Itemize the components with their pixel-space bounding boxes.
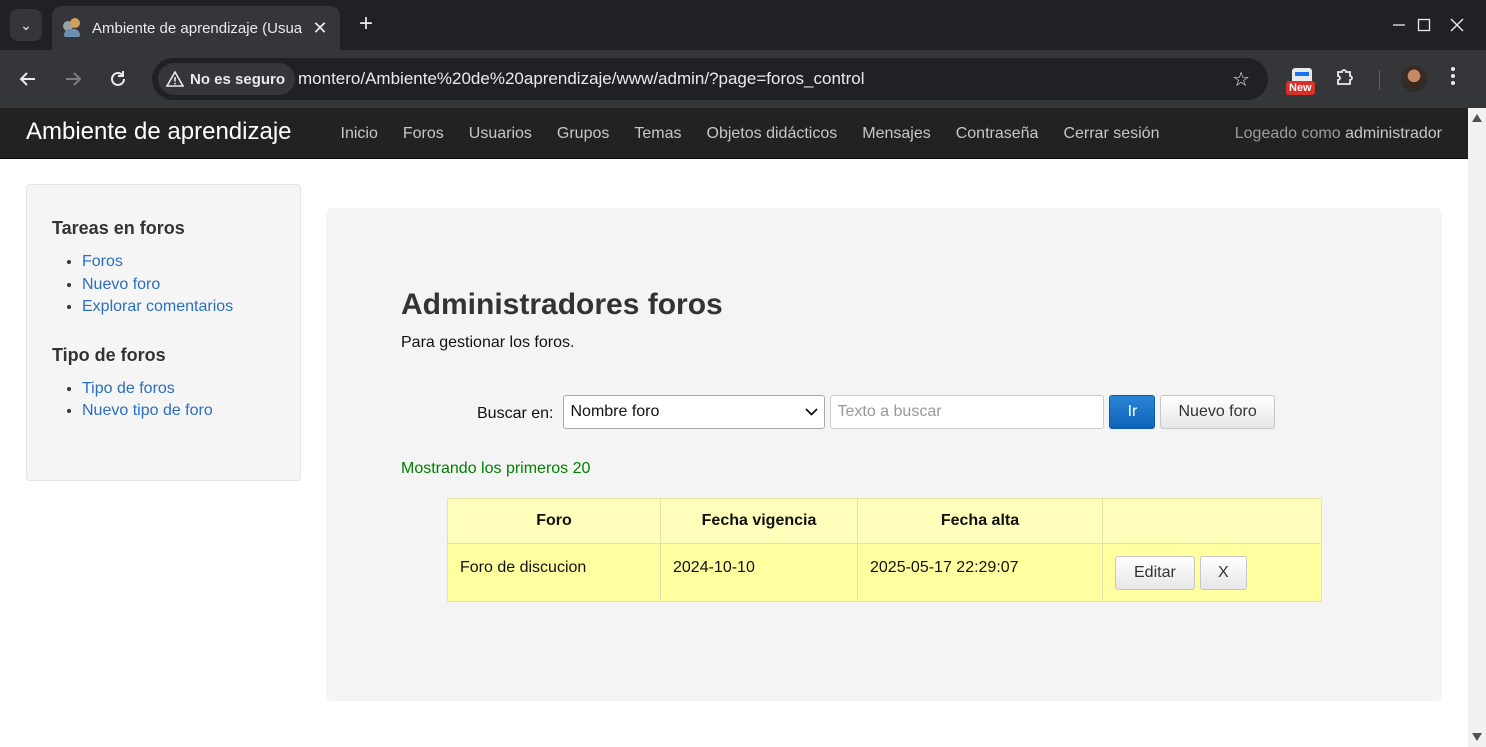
search-input[interactable]: Texto a buscar <box>830 394 1105 429</box>
sidebar-link-foros[interactable]: Foros <box>82 253 123 270</box>
extension-badge: New <box>1286 81 1315 95</box>
scroll-up-icon[interactable] <box>1472 114 1482 122</box>
nav-link-cerrar-sesion[interactable]: Cerrar sesión <box>1051 108 1172 159</box>
logged-user[interactable]: administrador <box>1345 125 1442 142</box>
reload-button[interactable] <box>102 63 134 95</box>
sidebar-link-tipo-foros[interactable]: Tipo de foros <box>82 380 175 397</box>
logged-prefix: Logeado como <box>1234 125 1341 142</box>
forward-icon <box>66 72 82 86</box>
security-label: No es seguro <box>190 70 286 88</box>
sidebar-heading-tareas: Tareas en foros <box>52 218 185 238</box>
column-header-actions <box>1102 498 1322 544</box>
close-icon <box>1450 18 1464 32</box>
users-icon <box>62 18 82 38</box>
nav-link-mensajes[interactable]: Mensajes <box>850 108 943 159</box>
close-window-button[interactable] <box>1432 0 1482 50</box>
site-navbar: Ambiente de aprendizaje Inicio Foros Usu… <box>0 108 1468 159</box>
page-title: Administradores foros <box>401 288 723 321</box>
forward-button[interactable] <box>57 63 89 95</box>
sidebar: Tareas en foros Foros Nuevo foro Explora… <box>26 184 301 481</box>
sidebar-list-tareas: Foros Nuevo foro Explorar comentarios <box>52 251 275 319</box>
back-button[interactable] <box>12 63 44 95</box>
tab-close-icon[interactable]: ✕ <box>310 18 330 39</box>
list-item: Tipo de foros <box>82 378 275 401</box>
go-button[interactable]: Ir <box>1109 394 1156 429</box>
nav-link-temas[interactable]: Temas <box>622 108 694 159</box>
more-icon[interactable] <box>1450 66 1456 92</box>
list-item: Explorar comentarios <box>82 296 275 319</box>
sidebar-list-tipo: Tipo de foros Nuevo tipo de foro <box>52 378 275 423</box>
search-form: Buscar en: Nombre foro Texto a buscar Ir… <box>477 394 1275 429</box>
cell-foro: Foro de discucion <box>447 543 661 602</box>
avatar[interactable] <box>1401 66 1427 92</box>
browser-toolbar: No es seguro montero/Ambiente%20de%20apr… <box>0 50 1486 108</box>
new-tab-button[interactable]: + <box>354 12 378 36</box>
table-header-row: Foro Fecha vigencia Fecha alta <box>447 498 1322 544</box>
sidebar-link-explorar[interactable]: Explorar comentarios <box>82 298 233 315</box>
results-count: Mostrando los primeros 20 <box>401 460 591 477</box>
new-forum-button[interactable]: Nuevo foro <box>1160 394 1275 429</box>
security-chip[interactable]: No es seguro <box>158 63 296 95</box>
reload-icon <box>111 71 125 86</box>
list-item: Foros <box>82 251 275 274</box>
page-scrollbar[interactable] <box>1468 108 1486 747</box>
logged-in-status: Logeado como administrador <box>1235 108 1442 159</box>
browser-tab[interactable]: Ambiente de aprendizaje (Usuarios) ✕ <box>52 6 340 50</box>
chevron-down-icon: ⌄ <box>20 16 32 33</box>
cell-actions: Editar X <box>1103 544 1322 602</box>
sidebar-link-nuevo-foro[interactable]: Nuevo foro <box>82 276 160 293</box>
forums-table: Foro Fecha vigencia Fecha alta Foro de d… <box>447 498 1322 602</box>
browser-tabstrip: ⌄ Ambiente de aprendizaje (Usuarios) ✕ + <box>0 0 1486 50</box>
nav-link-contrasena[interactable]: Contraseña <box>943 108 1051 159</box>
tab-search-button[interactable]: ⌄ <box>10 9 42 41</box>
warning-icon <box>166 71 184 87</box>
sidebar-heading-tipo: Tipo de foros <box>52 344 166 365</box>
url-text[interactable]: montero/Ambiente%20de%20aprendizaje/www/… <box>298 69 865 89</box>
nav-link-foros[interactable]: Foros <box>390 108 456 159</box>
list-item: Nuevo tipo de foro <box>82 400 275 423</box>
column-header-alta: Fecha alta <box>857 498 1103 544</box>
chevron-down-icon <box>805 405 819 419</box>
toolbar-separator <box>1379 70 1380 90</box>
extension-icon[interactable]: New <box>1286 68 1316 96</box>
table-row: Foro de discucion 2024-10-10 2025-05-17 … <box>447 543 1322 602</box>
nav-link-grupos[interactable]: Grupos <box>544 108 621 159</box>
edit-button[interactable]: Editar <box>1115 556 1195 590</box>
delete-button[interactable]: X <box>1199 556 1247 590</box>
nav-link-inicio[interactable]: Inicio <box>328 108 390 159</box>
column-header-vigencia: Fecha vigencia <box>660 498 858 544</box>
sidebar-link-nuevo-tipo[interactable]: Nuevo tipo de foro <box>82 402 213 419</box>
list-item: Nuevo foro <box>82 274 275 297</box>
column-header-foro: Foro <box>447 498 661 544</box>
select-value: Nombre foro <box>570 402 660 420</box>
cell-alta: 2025-05-17 22:29:07 <box>857 543 1103 602</box>
maximize-icon <box>1417 18 1431 32</box>
search-field-select[interactable]: Nombre foro <box>563 394 826 429</box>
row-actions: Editar X <box>1115 556 1309 590</box>
back-icon <box>19 72 35 86</box>
site-brand[interactable]: Ambiente de aprendizaje <box>26 118 292 146</box>
nav-links: Inicio Foros Usuarios Grupos Temas Objet… <box>328 108 1172 159</box>
search-label: Buscar en: <box>477 404 554 422</box>
main-panel: Administradores foros Para gestionar los… <box>326 208 1442 701</box>
address-bar[interactable]: No es seguro montero/Ambiente%20de%20apr… <box>152 58 1268 100</box>
puzzle-icon[interactable] <box>1334 66 1356 94</box>
star-icon[interactable]: ☆ <box>1232 67 1250 92</box>
nav-link-usuarios[interactable]: Usuarios <box>456 108 544 159</box>
page-subtitle: Para gestionar los foros. <box>401 334 575 351</box>
cell-vigencia: 2024-10-10 <box>660 543 858 602</box>
page-viewport: Ambiente de aprendizaje Inicio Foros Usu… <box>0 108 1468 747</box>
nav-link-objetos[interactable]: Objetos didácticos <box>694 108 850 159</box>
scroll-down-icon[interactable] <box>1472 733 1482 741</box>
tab-title: Ambiente de aprendizaje (Usuarios) <box>92 19 302 37</box>
